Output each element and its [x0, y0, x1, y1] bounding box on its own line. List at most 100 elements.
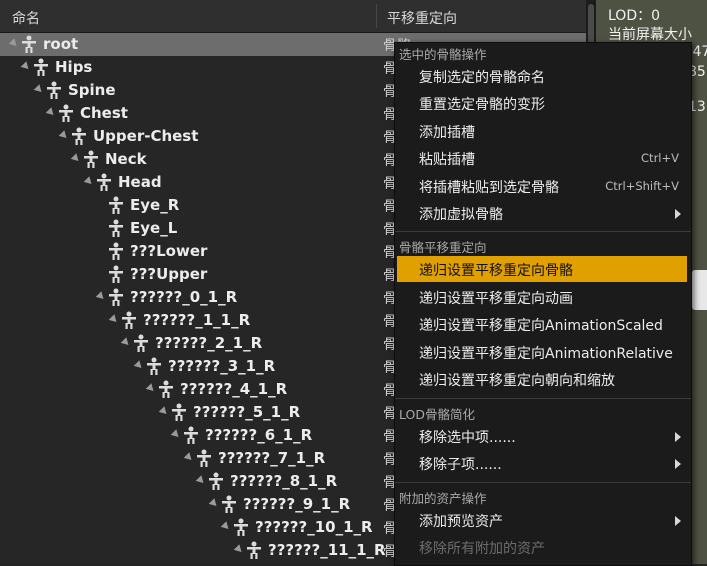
submenu-arrow-icon [675, 432, 681, 442]
expand-arrow-icon[interactable] [170, 429, 182, 440]
menu-item-retarget-animation-scaled[interactable]: 递归设置平移重定向AnimationScaled [397, 311, 687, 337]
expand-arrow-icon[interactable] [108, 314, 120, 325]
bone-name: ???Lower [130, 242, 208, 260]
expand-arrow-icon[interactable] [183, 452, 195, 463]
menu-item-label: 递归设置平移重定向动画 [419, 291, 573, 307]
expand-arrow-icon[interactable] [95, 291, 107, 302]
menu-item-label: 递归设置平移重定向骨骼 [419, 263, 573, 279]
menu-item-add-socket[interactable]: 添加插槽 [397, 118, 687, 144]
bone-icon [107, 242, 125, 260]
bone-icon [195, 449, 213, 467]
name-column-header[interactable]: 命名 [12, 8, 40, 28]
expand-arrow-icon[interactable] [195, 475, 207, 486]
menu-item-label: 递归设置平移重定向AnimationScaled [419, 318, 663, 334]
bone-icon [107, 265, 125, 283]
bone-icon [20, 35, 38, 53]
tree-header: 命名 平移重定向 [0, 0, 586, 33]
bone-icon [132, 334, 150, 352]
menu-item-remove-selected[interactable]: 移除选中项...... [397, 423, 687, 449]
shortcut-label: Ctrl+Shift+V [605, 179, 679, 193]
bone-name: ??????_11_1_R [268, 541, 386, 559]
bone-name: ??????_8_1_R [230, 472, 338, 490]
menu-item-label: 移除选中项...... [419, 430, 516, 446]
bone-name: Upper-Chest [93, 127, 199, 145]
section-header-attached-asset-ops: 附加的资产操作 [399, 491, 487, 506]
expand-arrow-icon[interactable] [20, 61, 32, 72]
expand-arrow-icon[interactable] [70, 153, 82, 164]
menu-item-retarget-animation[interactable]: 递归设置平移重定向动画 [397, 284, 687, 310]
expand-arrow-icon[interactable] [58, 130, 70, 141]
expand-arrow-icon[interactable] [158, 406, 170, 417]
viewport-side-tab[interactable] [692, 270, 707, 310]
menu-item-retarget-skeleton[interactable]: 递归设置平移重定向骨骼 [397, 256, 687, 282]
expand-arrow-icon[interactable] [83, 176, 95, 187]
expand-arrow-icon[interactable] [145, 383, 157, 394]
menu-item-add-virtual-bone[interactable]: 添加虚拟骨骼 [397, 200, 687, 226]
submenu-arrow-icon [675, 209, 681, 219]
submenu-arrow-icon [675, 459, 681, 469]
bone-name: ??????_1_1_R [143, 311, 251, 329]
menu-item-label: 移除子项...... [419, 457, 502, 473]
bone-icon [82, 150, 100, 168]
menu-item-label: 添加虚拟骨骼 [419, 207, 503, 223]
context-menu: 选中的骨骼操作 复制选定的骨骼命名 重置选定骨骼的变形 添加插槽 粘贴插槽 Ct… [394, 42, 692, 566]
expand-arrow-icon[interactable] [45, 107, 57, 118]
column-divider[interactable] [376, 4, 377, 28]
retarget-column-header[interactable]: 平移重定向 [387, 8, 457, 28]
bone-icon [207, 472, 225, 490]
menu-item-label: 递归设置平移重定向朝向和缩放 [419, 373, 615, 389]
bone-name: root [43, 35, 79, 53]
bone-icon [145, 357, 163, 375]
menu-item-paste-socket[interactable]: 粘贴插槽 Ctrl+V [397, 145, 687, 171]
section-header-lod-bone-reduction: LOD骨骼简化 [399, 407, 475, 422]
menu-item-retarget-animation-relative[interactable]: 递归设置平移重定向AnimationRelative [397, 339, 687, 365]
menu-item-retarget-orient-and-scale[interactable]: 递归设置平移重定向朝向和缩放 [397, 366, 687, 392]
bone-icon [95, 173, 113, 191]
menu-item-label: 粘贴插槽 [419, 152, 475, 168]
bone-icon [170, 403, 188, 421]
bone-icon [107, 219, 125, 237]
bone-icon [120, 311, 138, 329]
bone-icon [107, 288, 125, 306]
bone-name: Eye_L [130, 219, 178, 237]
expand-arrow-icon[interactable] [120, 337, 132, 348]
bone-name: Neck [105, 150, 147, 168]
expand-arrow-icon[interactable] [133, 360, 145, 371]
bone-name: ??????_0_1_R [130, 288, 238, 306]
bone-icon [182, 426, 200, 444]
bone-name: ??????_5_1_R [193, 403, 301, 421]
bone-name: ??????_3_1_R [168, 357, 276, 375]
bone-name: ??????_2_1_R [155, 334, 263, 352]
menu-item-label: 添加预览资产 [419, 514, 503, 530]
lod-readout: LOD：0 [608, 8, 661, 24]
expand-arrow-icon[interactable] [220, 521, 232, 532]
menu-item-label: 重置选定骨骼的变形 [419, 97, 545, 113]
menu-item-paste-socket-to-bone[interactable]: 将插槽粘贴到选定骨骼 Ctrl+Shift+V [397, 173, 687, 199]
bone-name: ??????_10_1_R [255, 518, 373, 536]
menu-divider [395, 231, 691, 232]
section-header-selected-bone-ops: 选中的骨骼操作 [399, 47, 487, 62]
bone-icon [32, 58, 50, 76]
bone-name: Spine [68, 81, 116, 99]
menu-item-remove-children[interactable]: 移除子项...... [397, 450, 687, 476]
bone-icon [220, 495, 238, 513]
shortcut-label: Ctrl+V [641, 151, 679, 165]
bone-name: Chest [80, 104, 128, 122]
expand-arrow-icon[interactable] [233, 544, 245, 555]
menu-item-add-preview-asset[interactable]: 添加预览资产 [397, 507, 687, 533]
menu-item-label: 复制选定的骨骼命名 [419, 70, 545, 86]
bone-name: Head [118, 173, 162, 191]
expand-arrow-icon[interactable] [33, 84, 45, 95]
expand-arrow-icon[interactable] [8, 38, 20, 49]
bone-icon [107, 196, 125, 214]
menu-item-remove-all-attached-assets[interactable]: 移除所有附加的资产 [397, 534, 687, 560]
menu-item-reset-bone-transforms[interactable]: 重置选定骨骼的变形 [397, 90, 687, 116]
menu-item-copy-bone-names[interactable]: 复制选定的骨骼命名 [397, 63, 687, 89]
bone-name: ??????_9_1_R [243, 495, 351, 513]
submenu-arrow-icon [675, 516, 681, 526]
bone-name: ??????_7_1_R [218, 449, 326, 467]
menu-item-label: 移除所有附加的资产 [419, 541, 545, 557]
menu-item-label: 添加插槽 [419, 125, 475, 141]
expand-arrow-icon[interactable] [208, 498, 220, 509]
menu-divider [395, 398, 691, 399]
